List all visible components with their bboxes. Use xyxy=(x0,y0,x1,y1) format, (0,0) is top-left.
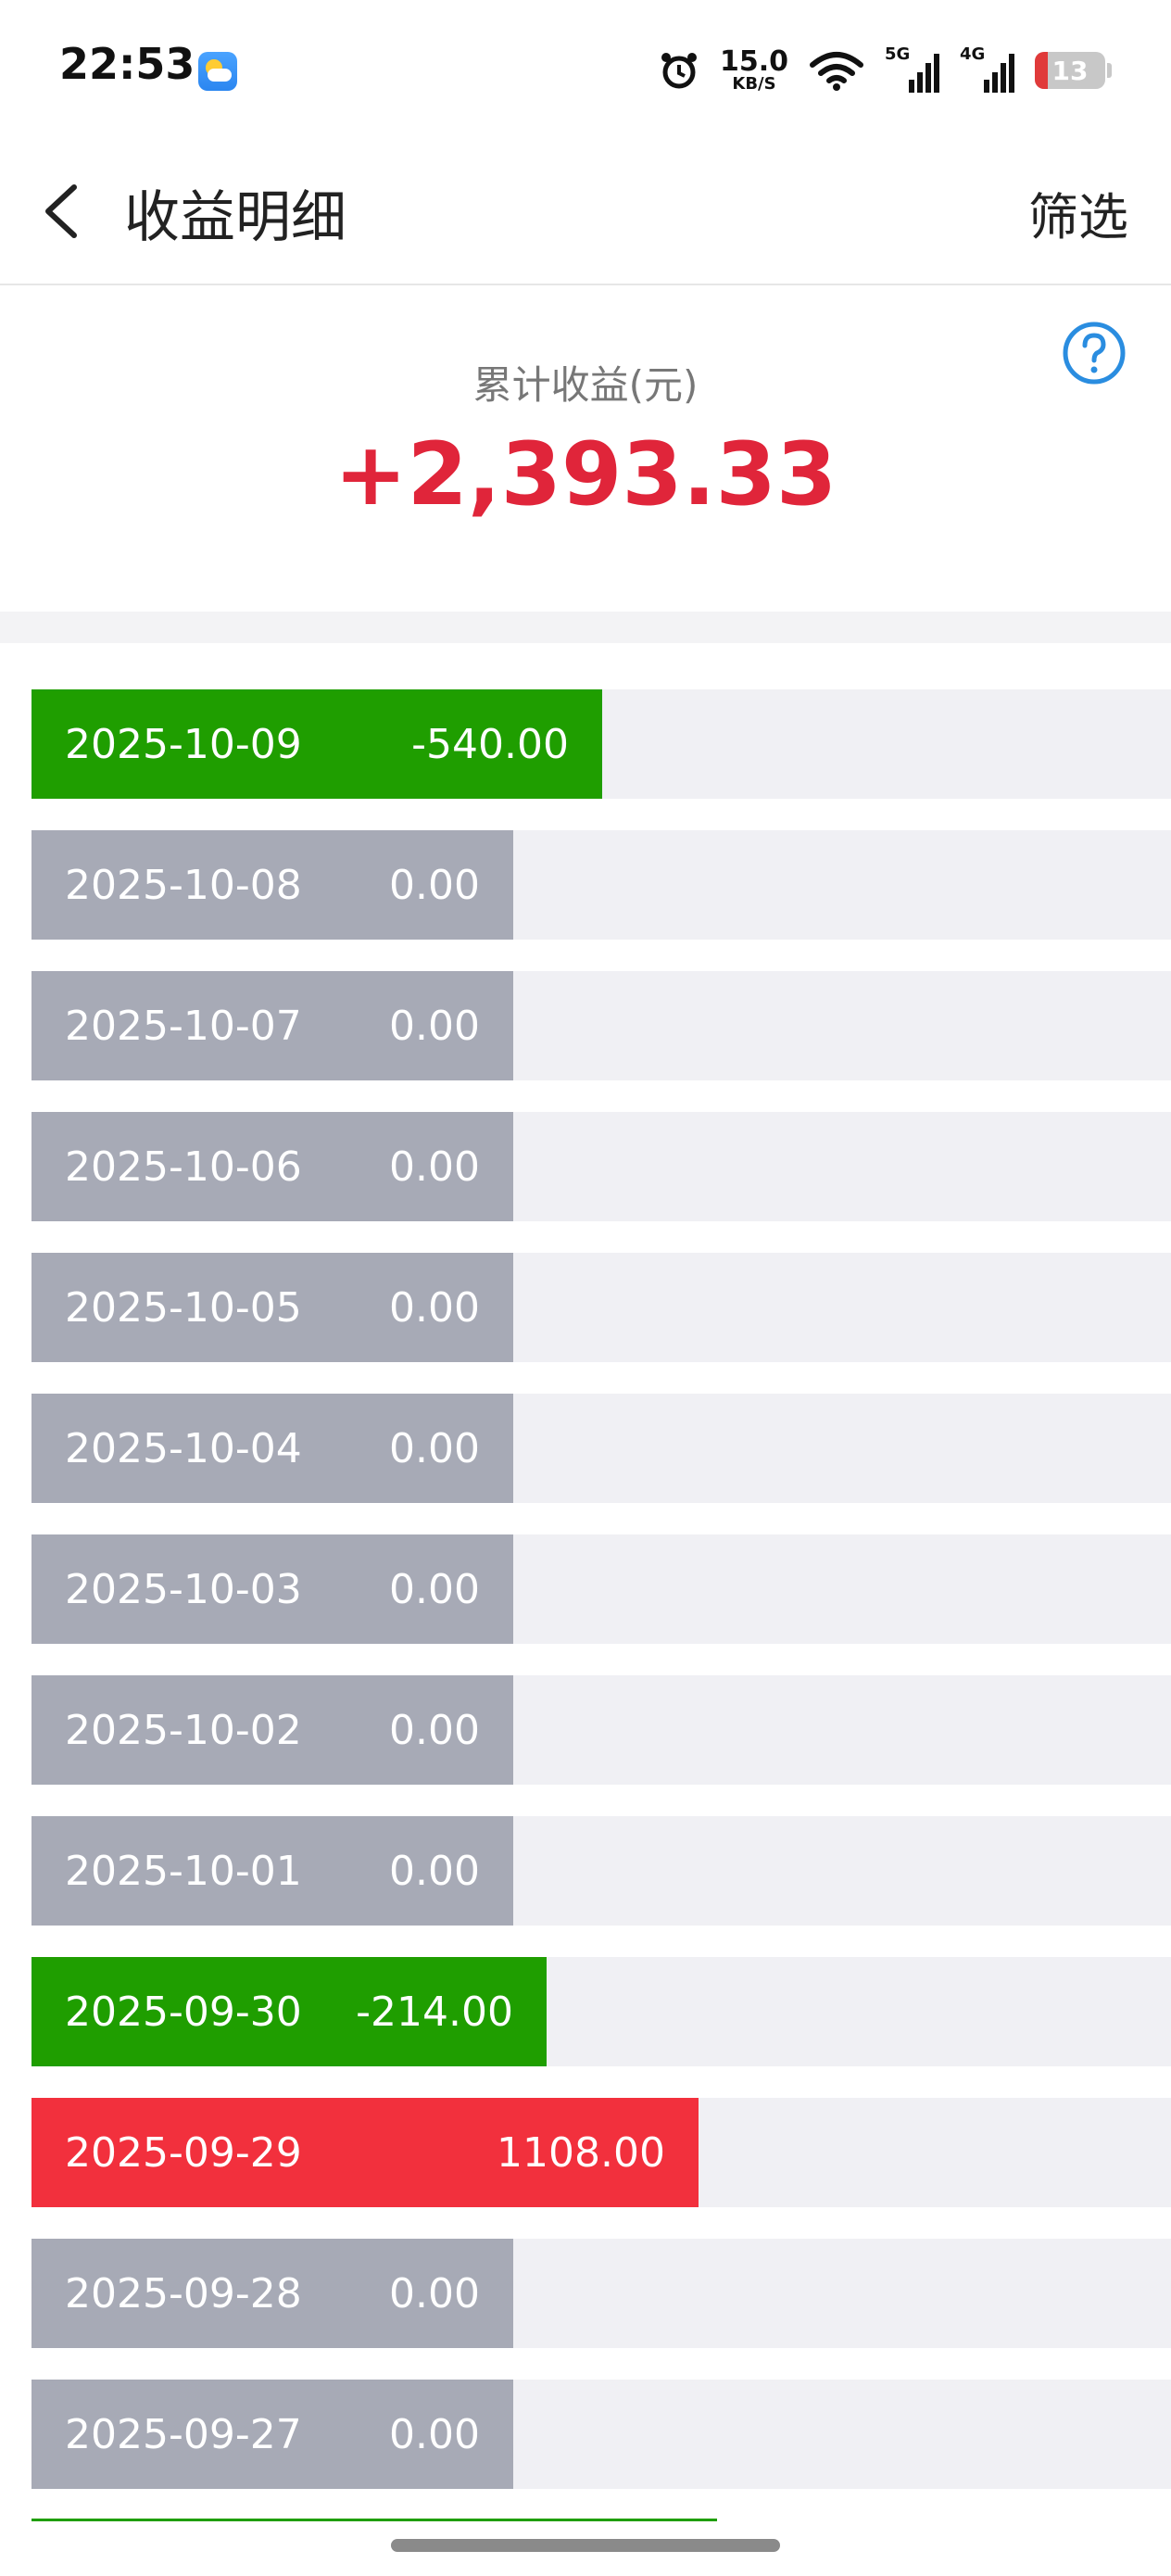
back-arrow-icon[interactable] xyxy=(37,174,93,248)
row-amount: 0.00 xyxy=(389,1565,480,1613)
row-date: 2025-09-29 xyxy=(65,2128,302,2177)
network-speed: 15.0 KB/S xyxy=(720,48,788,93)
row-date: 2025-10-07 xyxy=(65,1002,302,1050)
row-amount: 1108.00 xyxy=(497,2128,665,2177)
row-amount: -540.00 xyxy=(411,720,569,768)
earnings-row[interactable]: 2025-10-04 0.00 xyxy=(31,1394,1171,1503)
status-icons: 15.0 KB/S 5G 4G 13 xyxy=(659,44,1112,96)
battery-tip xyxy=(1107,63,1112,78)
earnings-bar: 2025-09-29 1108.00 xyxy=(31,2098,699,2207)
summary-value: +2,393.33 xyxy=(334,424,837,525)
row-amount: 0.00 xyxy=(389,861,480,909)
earnings-bar: 2025-09-30 -214.00 xyxy=(31,1957,547,2066)
battery-icon: 13 xyxy=(1035,52,1105,89)
earnings-summary: 累计收益(元) +2,393.33 xyxy=(0,285,1171,612)
earnings-row[interactable]: 2025-09-29 1108.00 xyxy=(31,2098,1171,2207)
signal-5g-label: 5G xyxy=(885,44,911,64)
page-title: 收益明细 xyxy=(124,185,346,250)
battery-level: 13 xyxy=(1051,55,1089,86)
row-date: 2025-10-04 xyxy=(65,1424,302,1472)
earnings-bar: 2025-10-06 0.00 xyxy=(31,1112,513,1221)
earnings-row[interactable]: 2025-09-28 0.00 xyxy=(31,2239,1171,2348)
earnings-row[interactable]: 2025-10-07 0.00 xyxy=(31,971,1171,1080)
partial-row-edge xyxy=(31,2519,717,2521)
row-amount: -214.00 xyxy=(356,1988,513,2036)
section-divider xyxy=(0,612,1171,643)
earnings-bar: 2025-10-04 0.00 xyxy=(31,1394,513,1503)
earnings-row[interactable]: 2025-10-09 -540.00 xyxy=(31,689,1171,799)
earnings-row[interactable]: 2025-10-02 0.00 xyxy=(31,1675,1171,1785)
row-date: 2025-10-01 xyxy=(65,1847,302,1895)
earnings-row[interactable]: 2025-10-08 0.00 xyxy=(31,830,1171,940)
row-date: 2025-10-09 xyxy=(65,720,302,768)
net-speed-value: 15.0 xyxy=(719,45,788,78)
row-date: 2025-09-28 xyxy=(65,2269,302,2317)
signal-5g-icon: 5G xyxy=(885,44,939,93)
alarm-clock-icon xyxy=(661,53,697,89)
earnings-bar: 2025-10-09 -540.00 xyxy=(31,689,602,799)
row-amount: 0.00 xyxy=(389,2269,480,2317)
row-amount: 0.00 xyxy=(389,1143,480,1191)
row-date: 2025-10-02 xyxy=(65,1706,302,1754)
wifi-icon xyxy=(810,52,863,91)
row-date: 2025-09-27 xyxy=(65,2410,302,2458)
row-amount: 0.00 xyxy=(389,1283,480,1332)
row-amount: 0.00 xyxy=(389,2410,480,2458)
weather-icon xyxy=(198,52,237,91)
row-date: 2025-10-06 xyxy=(65,1143,302,1191)
filter-button[interactable]: 筛选 xyxy=(1028,176,1128,249)
earnings-row[interactable]: 2025-09-30 -214.00 xyxy=(31,1957,1171,2066)
status-bar: 22:53 15.0 KB/S 5G 4G 13 xyxy=(0,0,1171,139)
row-date: 2025-10-08 xyxy=(65,861,302,909)
earnings-bar: 2025-09-28 0.00 xyxy=(31,2239,513,2348)
row-date: 2025-10-05 xyxy=(65,1283,302,1332)
signal-4g-label: 4G xyxy=(960,44,986,64)
earnings-bar: 2025-10-08 0.00 xyxy=(31,830,513,940)
app-header: 收益明细 筛选 xyxy=(0,139,1171,285)
earnings-bar: 2025-10-02 0.00 xyxy=(31,1675,513,1785)
signal-4g-icon: 4G xyxy=(960,44,1014,93)
earnings-list: 2025-10-09 -540.00 2025-10-08 0.00 2025-10-0… xyxy=(31,689,1171,2520)
earnings-bar: 2025-10-03 0.00 xyxy=(31,1534,513,1644)
row-date: 2025-09-30 xyxy=(65,1988,302,2036)
row-amount: 0.00 xyxy=(389,1706,480,1754)
earnings-row[interactable]: 2025-10-03 0.00 xyxy=(31,1534,1171,1644)
earnings-row[interactable]: 2025-10-01 0.00 xyxy=(31,1816,1171,1926)
row-date: 2025-10-03 xyxy=(65,1565,302,1613)
row-amount: 0.00 xyxy=(389,1424,480,1472)
home-indicator[interactable] xyxy=(391,2539,780,2552)
row-amount: 0.00 xyxy=(389,1002,480,1050)
row-amount: 0.00 xyxy=(389,1847,480,1895)
summary-label: 累计收益(元) xyxy=(472,362,699,408)
earnings-bar: 2025-10-01 0.00 xyxy=(31,1816,513,1926)
earnings-bar: 2025-09-27 0.00 xyxy=(31,2380,513,2489)
status-time: 22:53 xyxy=(59,39,195,89)
earnings-row[interactable]: 2025-10-05 0.00 xyxy=(31,1253,1171,1362)
earnings-bar: 2025-10-05 0.00 xyxy=(31,1253,513,1362)
earnings-row[interactable]: 2025-10-06 0.00 xyxy=(31,1112,1171,1221)
net-speed-unit: KB/S xyxy=(732,74,776,94)
earnings-row[interactable]: 2025-09-27 0.00 xyxy=(31,2380,1171,2489)
earnings-bar: 2025-10-07 0.00 xyxy=(31,971,513,1080)
